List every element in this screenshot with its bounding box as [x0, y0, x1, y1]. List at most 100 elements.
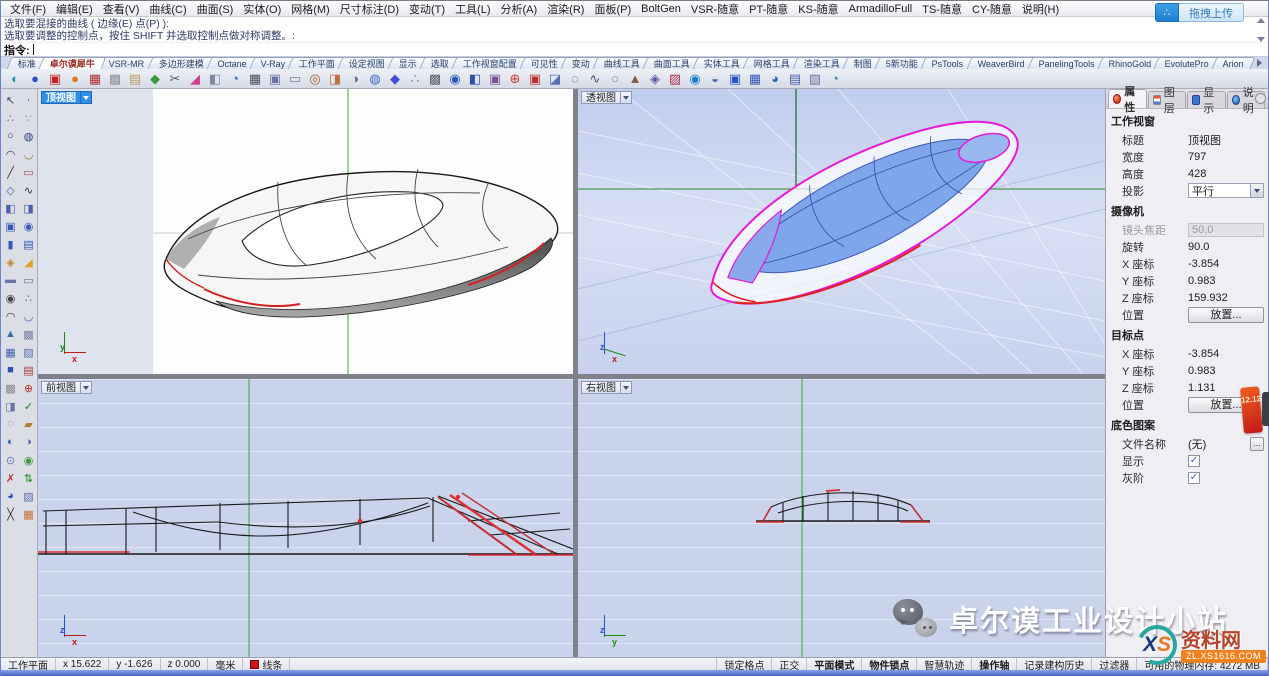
cube-blue-icon[interactable]: ◧ [465, 70, 485, 88]
mesh-grid-icon[interactable]: ▦ [245, 70, 265, 88]
steps-icon[interactable]: ▤ [20, 362, 37, 378]
mirror-icon[interactable]: ✗ [2, 470, 19, 486]
menu-item[interactable]: 说明(H) [1017, 1, 1064, 17]
projection-dropdown[interactable]: 平行 [1188, 183, 1264, 198]
viewport-dropdown-icon[interactable] [81, 381, 92, 394]
menu-item[interactable]: 曲面(S) [192, 1, 239, 17]
status-field[interactable]: 工作平面 [1, 658, 56, 670]
status-field[interactable]: x 15.622 [56, 658, 109, 670]
disc-blue-icon[interactable]: ◉ [685, 70, 705, 88]
toolbar-tab[interactable]: PanelingTools [1027, 57, 1106, 69]
status-toggle[interactable]: 正交 [772, 658, 807, 670]
loft-icon[interactable]: ▤ [20, 236, 37, 252]
frame-red-icon[interactable]: ▣ [525, 70, 545, 88]
point-icon[interactable]: ∙ [20, 92, 37, 108]
cube-dark-icon[interactable]: ■ [2, 362, 19, 378]
menu-item[interactable]: 尺寸标注(D) [335, 1, 404, 17]
viewport-perspective[interactable]: 透视图 z x [578, 89, 1105, 374]
toolbar-tab[interactable]: Arion [1212, 57, 1256, 69]
pen-curve-icon[interactable]: ∿ [585, 70, 605, 88]
lasso-icon[interactable]: ◌ [565, 70, 585, 88]
rect-outline-icon[interactable]: ▭ [285, 70, 305, 88]
scissors-icon[interactable]: ✂ [165, 70, 185, 88]
status-toggle[interactable]: 平面模式 [807, 658, 862, 670]
viewport-dropdown-icon[interactable] [621, 381, 632, 394]
viewport-label-right[interactable]: 右视图 [581, 381, 632, 394]
menu-item[interactable]: 工具(L) [450, 1, 495, 17]
command-scrollbar[interactable] [1257, 18, 1266, 42]
world-icon[interactable]: ◕ [2, 488, 19, 504]
viewport-front[interactable]: 前视图 z x [38, 379, 573, 657]
extrude-icon[interactable]: ▲ [2, 326, 19, 342]
points-off-icon[interactable]: ∵ [20, 110, 37, 126]
gumball-icon[interactable]: ⊕ [20, 380, 37, 396]
ellipse-icon[interactable]: ◍ [20, 128, 37, 144]
status-toggle[interactable]: 物件锁点 [862, 658, 917, 670]
menu-item[interactable]: CY-随意 [967, 1, 1017, 17]
paint-icon[interactable]: ◨ [2, 398, 19, 414]
dial-icon[interactable]: ◎ [305, 70, 325, 88]
sphere-icon[interactable]: ◉ [20, 218, 37, 234]
clock-icon[interactable]: ◑ [345, 70, 365, 88]
tab-layers[interactable]: 图层 [1148, 91, 1187, 108]
menu-item[interactable]: TS-随意 [917, 1, 967, 17]
flash-icon[interactable]: ◢ [20, 254, 37, 270]
blend-curve-icon[interactable]: ◠ [2, 308, 19, 324]
layers-stack-icon[interactable]: ▧ [805, 70, 825, 88]
moon-icon[interactable]: ◐ [2, 434, 19, 450]
swatch-slate-icon[interactable]: ◧ [205, 70, 225, 88]
panel-red-icon[interactable]: ▣ [45, 70, 65, 88]
toolbar-tab[interactable]: WeaverBird [966, 57, 1036, 69]
dot-grid-icon[interactable]: ▩ [425, 70, 445, 88]
polyline-icon[interactable]: ╱ [2, 164, 19, 180]
status-field[interactable]: z 0.000 [161, 658, 209, 670]
crate-icon[interactable]: ◈ [645, 70, 665, 88]
menu-item[interactable]: 曲线(C) [144, 1, 191, 17]
status-field[interactable]: 毫米 [208, 658, 243, 670]
status-toggle[interactable]: 锁定格点 [717, 658, 772, 670]
split-icon[interactable]: ╳ [2, 506, 19, 522]
menu-item[interactable]: 面板(P) [589, 1, 636, 17]
scale-dots-icon[interactable]: ∴ [20, 290, 37, 306]
camera-place-button[interactable]: 放置... [1188, 307, 1264, 323]
menu-item[interactable]: ArmadilloFull [844, 3, 918, 15]
select-arrow-icon[interactable]: ↖ [2, 92, 19, 108]
toolbar-tab[interactable]: 卓尔谟犀牛 [39, 57, 107, 69]
status-toggle[interactable]: 过滤器 [1092, 658, 1137, 670]
menu-item[interactable]: 渲染(R) [542, 1, 589, 17]
drag-upload-widget[interactable]: ∴ 拖拽上传 [1155, 3, 1244, 22]
mask-icon[interactable]: ◌ [2, 416, 19, 432]
promo-badge[interactable]: 12.12 [1240, 386, 1263, 433]
grayscale-checkbox[interactable]: ✓ [1188, 472, 1200, 484]
menu-item[interactable]: 网格(M) [286, 1, 335, 17]
gizmo-move-icon[interactable]: ⊕ [505, 70, 525, 88]
handle-curve-icon[interactable]: ◡ [20, 308, 37, 324]
menu-item[interactable]: 实体(O) [238, 1, 286, 17]
status-toggle[interactable]: 记录建构历史 [1017, 658, 1092, 670]
cage-icon[interactable]: ▩ [20, 326, 37, 342]
freeform-curve-icon[interactable]: ∿ [20, 182, 37, 198]
scroll-up-icon[interactable] [1257, 18, 1265, 23]
pencil-icon[interactable]: ▰ [20, 416, 37, 432]
chevron-down-icon[interactable] [1250, 184, 1263, 197]
axis-icon[interactable]: ⇅ [20, 470, 37, 486]
surface-edge-icon[interactable]: ◨ [20, 200, 37, 216]
status-toggle[interactable]: 操作轴 [972, 658, 1017, 670]
array-polar-icon[interactable]: ▨ [20, 344, 37, 360]
array-icon[interactable]: ▦ [2, 344, 19, 360]
status-toggle[interactable]: 智慧轨迹 [917, 658, 972, 670]
cylinder-icon[interactable]: ▮ [2, 236, 19, 252]
viewport-top[interactable]: 顶视图 y x [38, 89, 573, 374]
menu-item[interactable]: KS-随意 [793, 1, 843, 17]
model-right-wireframe[interactable] [756, 490, 930, 522]
checker-red-icon[interactable]: ▦ [85, 70, 105, 88]
drag-upload-button[interactable]: 拖拽上传 [1179, 3, 1244, 22]
frog-icon[interactable]: ◉ [20, 452, 37, 468]
status-field[interactable]: y -1.626 [109, 658, 160, 670]
show-checkbox[interactable]: ✓ [1188, 455, 1200, 467]
phone-icon[interactable]: ◑ [20, 434, 37, 450]
viewport-label-perspective[interactable]: 透视图 [581, 91, 632, 104]
menu-item[interactable]: 分析(A) [496, 1, 543, 17]
figure-icon[interactable]: ▲ [625, 70, 645, 88]
menu-item[interactable]: 变动(T) [404, 1, 450, 17]
